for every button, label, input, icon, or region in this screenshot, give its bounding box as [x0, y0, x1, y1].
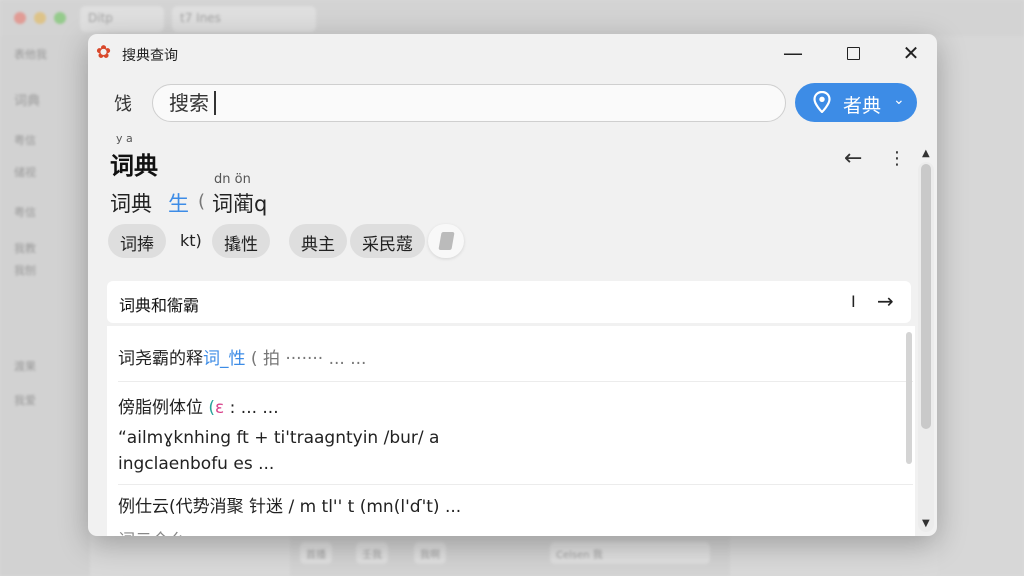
- bg-sidebar-item: 渡果: [14, 360, 36, 373]
- tag-chip[interactable]: 典主: [289, 224, 347, 258]
- definition-card-title: 词典和衞霸: [119, 296, 200, 315]
- back-arrow-button[interactable]: ←: [844, 146, 862, 171]
- tag-chip[interactable]: 词捧: [108, 224, 166, 258]
- tag-chip[interactable]: kt): [180, 231, 202, 250]
- bg-tab: t7 Ines: [172, 6, 316, 32]
- card-separator: I: [851, 292, 856, 311]
- arrow-right-icon[interactable]: →: [877, 289, 894, 313]
- more-tags-button[interactable]: [428, 224, 464, 258]
- maximize-button[interactable]: [830, 38, 876, 68]
- dictionary-select-label: 者典: [843, 95, 882, 117]
- definitions-scrollbar-thumb[interactable]: [906, 332, 912, 464]
- definition-text: ε: [215, 398, 225, 418]
- bg-sidebar-item: 表他我: [14, 48, 47, 61]
- scroll-up-button[interactable]: ▲: [922, 148, 930, 159]
- window-titlebar: ✿ 搜典查询 — ✕: [88, 34, 937, 72]
- definition-text: 傍脂例体位: [118, 398, 203, 418]
- headword-pinyin: y a: [116, 132, 133, 145]
- definition-text: : ... ...: [229, 398, 279, 418]
- definition-text: 词尧霸的释: [118, 349, 203, 369]
- location-pin-icon: [813, 90, 831, 118]
- bg-tab: Ditp: [80, 6, 164, 32]
- definition-line: 傍脂例体位 (ε : ... ...: [118, 393, 279, 418]
- tag-chip[interactable]: 撬性: [212, 224, 270, 258]
- example-line: 例仕云(代势消聚 针迷 / m tl'' t (mn(l'ɗ't) ...: [118, 497, 462, 517]
- bg-sidebar-item: 我刨: [14, 264, 36, 277]
- dictionary-select-button[interactable]: 者典 ⌄: [795, 83, 917, 122]
- bg-sidebar-item: 我教: [14, 242, 36, 255]
- definition-text: ( 拍: [250, 349, 280, 369]
- row-divider: [118, 381, 913, 382]
- example-line: “ailmɣknhing ft + ti'traagntyin /bur/ a: [118, 428, 440, 448]
- definition-link[interactable]: 词_性: [203, 349, 246, 369]
- bg-zoom-dot: [54, 12, 66, 24]
- scroll-down-button[interactable]: ▼: [922, 518, 930, 529]
- minimize-button[interactable]: —: [770, 38, 816, 68]
- language-button[interactable]: 饯: [114, 90, 132, 116]
- bg-sidebar-item: 储视: [14, 166, 36, 179]
- dictionary-window: ✿ 搜典查询 — ✕ 饯 者典 ⌄ y a 词典 ← ⋮ dn ön 词典 生 …: [88, 34, 937, 536]
- bg-bottom-button: Celsen 我: [550, 542, 710, 564]
- search-input[interactable]: [152, 84, 786, 122]
- sub-word-highlight: 生: [168, 192, 189, 216]
- headword: 词典: [110, 152, 158, 180]
- background-sidebar: 表他我 词典 粤信 储视 粤信 我教 我刨 渡果 我爱: [0, 36, 90, 576]
- bg-sidebar-item: 粤信: [14, 206, 36, 219]
- bg-sidebar-item: 词典: [14, 94, 41, 109]
- chevron-down-icon: ⌄: [893, 92, 905, 108]
- example-line: 词云全么... ... ...: [118, 526, 245, 536]
- sub-word-part: 词典: [110, 192, 152, 216]
- sub-pinyin: dn ön: [214, 172, 251, 187]
- tag-chip[interactable]: 采民蔻: [350, 224, 425, 258]
- definition-line: 词尧霸的释词_性 ( 拍 ······· ... ...: [118, 344, 366, 369]
- bg-bottom-button: 我啊: [414, 542, 446, 564]
- main-scrollbar-thumb[interactable]: [921, 164, 931, 429]
- sub-word-paren: (: [198, 191, 206, 212]
- bg-close-dot: [14, 12, 26, 24]
- example-line: ingclaenbofu es ...: [118, 454, 275, 474]
- definition-text: ······· ... ...: [285, 349, 367, 369]
- background-right-panel: [938, 36, 1024, 576]
- app-name: 搜典查询: [122, 48, 178, 64]
- text-caret: [214, 91, 216, 115]
- bg-sidebar-item: 粤信: [14, 134, 36, 147]
- bg-bottom-button: 首播: [300, 542, 332, 564]
- row-divider: [118, 484, 913, 485]
- bg-bottom-button: 壬我: [356, 542, 388, 564]
- page-icon: [438, 232, 455, 250]
- more-options-button[interactable]: ⋮: [888, 148, 906, 169]
- sub-word-part: 词蔺q: [212, 192, 268, 216]
- definition-card-header[interactable]: 词典和衞霸 I →: [107, 281, 911, 323]
- close-button[interactable]: ✕: [888, 38, 934, 68]
- bg-minimize-dot: [34, 12, 46, 24]
- app-logo-icon: ✿: [96, 42, 112, 63]
- maximize-icon: [846, 47, 860, 60]
- bg-sidebar-item: 我爱: [14, 394, 36, 407]
